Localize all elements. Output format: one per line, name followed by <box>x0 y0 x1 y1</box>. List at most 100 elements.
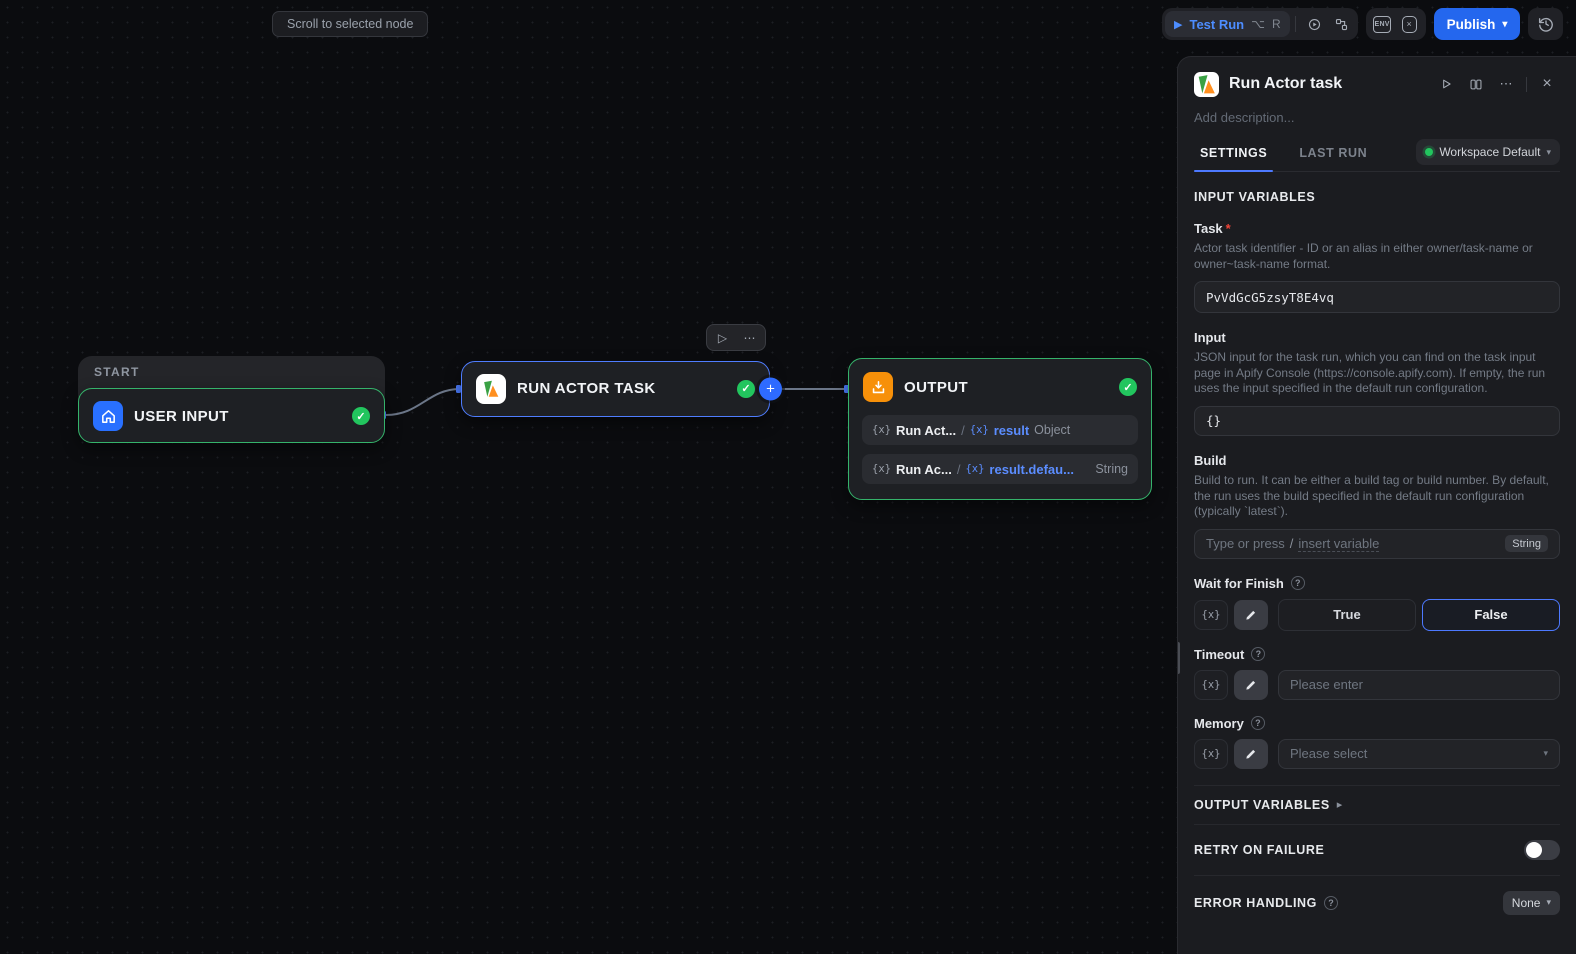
chevron-down-icon: ▾ <box>1546 897 1551 908</box>
top-toolbar: ▶ Test Run ⌥ R ENV × Publish ▾ <box>1162 8 1564 40</box>
output-variable-row[interactable]: {x} Run Act... / {x} result Object <box>862 415 1138 445</box>
use-variable-button[interactable]: {x} <box>1194 599 1228 630</box>
error-handling-section: ERROR HANDLING ? None ▾ <box>1194 876 1560 930</box>
split-view-icon[interactable] <box>1463 72 1489 96</box>
edit-pencil-icon[interactable] <box>1234 738 1268 769</box>
publish-button[interactable]: Publish ▾ <box>1433 8 1521 40</box>
timeout-input[interactable]: Please enter <box>1278 669 1560 700</box>
node-success-icon: ✓ <box>352 407 370 425</box>
node-user-input[interactable]: USER INPUT ✓ <box>78 388 385 443</box>
retry-toggle[interactable] <box>1524 839 1560 860</box>
run-all-icon[interactable] <box>1301 11 1328 37</box>
task-label: Task * <box>1194 221 1231 236</box>
workspace-status-dot <box>1425 148 1434 156</box>
run-node-icon[interactable] <box>1433 72 1459 96</box>
retry-on-failure-section: RETRY ON FAILURE <box>1194 825 1560 875</box>
use-variable-button[interactable]: {x} <box>1194 669 1228 700</box>
timeout-label: Timeout ? <box>1194 647 1560 662</box>
node-run-actor-header: RUN ACTOR TASK ✓ <box>462 362 769 415</box>
variable-source: Run Act... <box>895 422 957 438</box>
workflow-checklist-icon[interactable] <box>1328 11 1355 37</box>
environment-group: ENV × <box>1365 8 1426 40</box>
edit-pencil-icon[interactable] <box>1234 669 1268 700</box>
node-more-button[interactable]: ⋯ <box>737 327 762 348</box>
type-badge: String <box>1505 535 1548 553</box>
description-placeholder[interactable]: Add description... <box>1194 110 1560 125</box>
node-output-header: OUTPUT ✓ <box>849 359 1151 415</box>
node-play-button[interactable]: ▷ <box>710 327 735 348</box>
use-variable-button[interactable]: {x} <box>1194 738 1228 769</box>
input-variables-header: INPUT VARIABLES <box>1194 190 1316 204</box>
scroll-to-selected-node-button[interactable]: Scroll to selected node <box>272 11 429 37</box>
tab-settings[interactable]: SETTINGS <box>1194 145 1274 172</box>
panel-actions: ⋯ × <box>1433 72 1560 96</box>
node-run-actor-task[interactable]: RUN ACTOR TASK ✓ + <box>461 361 782 417</box>
apify-logo-icon <box>1194 71 1219 97</box>
false-option-button[interactable]: False <box>1422 598 1560 631</box>
workspace-label: Workspace Default <box>1439 145 1541 159</box>
add-next-node-button[interactable]: + <box>759 377 782 401</box>
task-description: Actor task identifier - ID or an alias i… <box>1194 241 1533 271</box>
history-icon[interactable] <box>1528 8 1564 40</box>
apify-logo-icon <box>476 373 506 404</box>
node-user-input-header: USER INPUT ✓ <box>79 389 384 443</box>
test-run-group: ▶ Test Run ⌥ R <box>1162 8 1358 40</box>
path-slash: / <box>956 461 961 477</box>
timeout-placeholder: Please enter <box>1290 677 1363 693</box>
test-run-label: Test Run <box>1189 16 1245 32</box>
close-icon[interactable]: × <box>1534 72 1560 96</box>
input-value: {} <box>1206 413 1222 429</box>
edit-pencil-icon[interactable] <box>1234 599 1268 630</box>
shortcut-r-key: R <box>1271 17 1281 31</box>
help-icon[interactable]: ? <box>1251 647 1266 662</box>
memory-placeholder: Please select <box>1290 746 1368 762</box>
help-icon[interactable]: ? <box>1323 895 1338 910</box>
start-badge-label: START <box>94 365 140 379</box>
variable-icon: {x} <box>872 424 891 436</box>
memory-select[interactable]: Please select ▾ <box>1278 738 1560 769</box>
variable-path: result <box>993 422 1030 438</box>
help-icon[interactable]: ? <box>1290 576 1305 591</box>
workspace-selector[interactable]: Workspace Default ▾ <box>1416 139 1560 165</box>
node-user-input-title: USER INPUT <box>134 407 229 425</box>
node-hover-toolbar: ▷ ⋯ <box>706 324 766 351</box>
required-mark: * <box>1225 221 1231 236</box>
variable-type: Object <box>1034 423 1071 437</box>
output-variable-row[interactable]: {x} Run Ac... / {x} result.defau... Stri… <box>862 454 1138 484</box>
true-option-button[interactable]: True <box>1278 598 1416 631</box>
panel-title: Run Actor task <box>1229 75 1343 92</box>
variable-path: result.defau... <box>989 461 1074 477</box>
path-slash: / <box>961 422 965 438</box>
output-variables-section[interactable]: OUTPUT VARIABLES ▸ <box>1194 786 1560 824</box>
slash-key-icon: / <box>1289 536 1294 552</box>
node-success-icon: ✓ <box>1119 378 1137 396</box>
help-icon[interactable]: ? <box>1250 716 1265 731</box>
env-icon[interactable]: ENV <box>1369 11 1396 37</box>
output-variables-header: OUTPUT VARIABLES <box>1194 797 1330 812</box>
panel-tabs: SETTINGS LAST RUN Workspace Default ▾ <box>1194 138 1560 172</box>
input-description: JSON input for the task run, which you c… <box>1194 350 1546 396</box>
panel-resize-handle[interactable] <box>1178 642 1180 674</box>
chevron-down-icon: ▾ <box>1543 748 1548 759</box>
variable-type: String <box>1095 462 1128 476</box>
shortcut-option-key: ⌥ <box>1251 17 1265 31</box>
test-run-button[interactable]: ▶ Test Run ⌥ R <box>1165 11 1290 37</box>
input-json-field[interactable]: {} <box>1194 405 1560 436</box>
insert-variable-link[interactable]: insert variable <box>1298 536 1380 552</box>
toolbar-divider <box>1294 16 1296 32</box>
wait-for-finish-controls: {x} True False <box>1194 598 1560 631</box>
expand-arrow-icon: ▸ <box>1336 799 1343 812</box>
build-input[interactable]: Type or press / insert variable String <box>1194 528 1560 559</box>
task-input[interactable]: PvVdGcG5zsyT8E4vq <box>1194 281 1560 314</box>
task-value: PvVdGcG5zsyT8E4vq <box>1206 289 1334 305</box>
chevron-down-icon: ▾ <box>1546 146 1551 157</box>
more-options-icon[interactable]: ⋯ <box>1493 72 1519 96</box>
error-handling-select[interactable]: None ▾ <box>1502 890 1560 915</box>
node-config-panel: Run Actor task ⋯ × Add description... SE… <box>1177 56 1576 954</box>
variables-box-icon[interactable]: × <box>1396 11 1423 37</box>
timeout-controls: {x} Please enter <box>1194 669 1560 700</box>
input-label: Input <box>1194 330 1226 346</box>
tab-last-run[interactable]: LAST RUN <box>1293 145 1373 171</box>
build-description: Build to run. It can be either a build t… <box>1194 472 1549 519</box>
node-output[interactable]: OUTPUT ✓ {x} Run Act... / {x} result Obj… <box>848 358 1152 500</box>
